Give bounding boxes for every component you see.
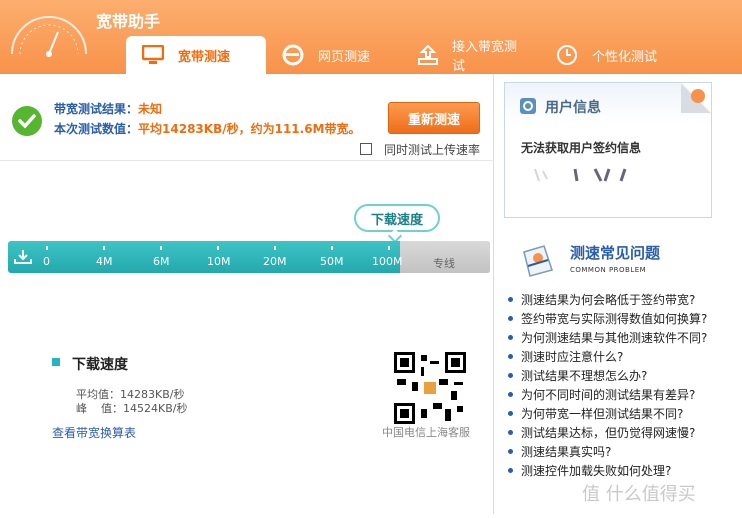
scale-dot [388, 246, 390, 250]
tab-web-speed[interactable]: 网页测速 [266, 36, 402, 74]
scale-dot [217, 246, 219, 250]
tab-bar: 宽带测速 网页测速 接入带宽测试 个性化测试 [126, 36, 686, 74]
result-label: 带宽测试结果： [54, 102, 139, 116]
bullet-icon [508, 411, 513, 416]
bullet-icon [508, 430, 513, 435]
tab-label: 网页测速 [318, 49, 371, 65]
bullet-icon [508, 316, 513, 321]
user-info-message: 无法获取用户签约信息 [521, 141, 642, 155]
bullet-icon [508, 449, 513, 454]
loading-decoration [534, 168, 627, 182]
bullet-icon [508, 392, 513, 397]
bandwidth-table-link[interactable]: 查看带宽换算表 [52, 424, 136, 441]
download-title: 下载速度 [72, 357, 128, 373]
app-header: 宽带助手 宽带测速 网页测速 接入带宽测试 个性化测试 [0, 0, 742, 74]
monitor-icon [140, 42, 166, 68]
speed-line: 本次测试数值：平均14283KB/秒，约为111.6M带宽。 [54, 120, 361, 137]
faq-item-label: 为何不同时间的测试结果有差异? [521, 388, 696, 402]
faq-list: 测速结果为何会略低于签约带宽? 签约带宽与实际测得数值如何换算? 为何测速结果与… [506, 290, 707, 480]
result-line: 带宽测试结果：未知 [54, 100, 162, 117]
speed-scale-bar: 0 4M 6M 10M 20M 50M 100M 专线 [8, 241, 490, 273]
faq-item[interactable]: 测速控件加载失败如何处理? [506, 461, 707, 480]
tab-broadband-speed[interactable]: 宽带测速 [126, 36, 266, 74]
tab-access-bandwidth[interactable]: 接入带宽测试 [402, 36, 540, 74]
test-status: 带宽测试结果：未知 本次测试数值：平均14283KB/秒，约为111.6M带宽。… [0, 82, 494, 138]
faq-paper-icon [523, 245, 553, 277]
peak-speed: 峰 值：14524KB/秒 [76, 400, 187, 416]
retest-button[interactable]: 重新测速 [388, 102, 480, 134]
speed-value: 平均14283KB/秒，约为111.6M带宽。 [138, 122, 361, 136]
scale-tick: 50M [320, 255, 344, 268]
faq-item[interactable]: 测速时应注意什么? [506, 347, 707, 366]
faq-item[interactable]: 测速结果为何会略低于签约带宽? [506, 290, 707, 309]
qr-code-icon [394, 352, 466, 424]
faq-item[interactable]: 为何带宽一样但测试结果不同? [506, 404, 707, 423]
side-panel: 用户信息 无法获取用户签约信息 测速常见问题 COMMON PROBLEM 测速… [500, 80, 742, 518]
speed-label: 本次测试数值： [54, 122, 139, 136]
user-info-icon [520, 98, 536, 114]
faq-item-label: 测速时应注意什么? [521, 350, 624, 364]
faq-item[interactable]: 签约带宽与实际测得数值如何换算? [506, 309, 707, 328]
faq-item-label: 为何测速结果与其他测速软件不同? [521, 331, 708, 345]
scale-dot [331, 246, 333, 250]
faq-item[interactable]: 测试结果不理想怎么办? [506, 366, 707, 385]
check-icon [12, 106, 42, 136]
scale-dot [160, 246, 162, 250]
tab-label: 宽带测速 [178, 49, 231, 65]
watermark: 值 什么值得买 [582, 484, 696, 505]
bullet-icon [508, 373, 513, 378]
upload-tray-icon [416, 42, 440, 68]
tab-label: 接入带宽测试 [452, 40, 518, 74]
faq-item[interactable]: 测试结果达标，但仍觉得网速慢? [506, 423, 707, 442]
peak-label: 峰 值： [76, 402, 123, 415]
faq-item[interactable]: 测速结果真实吗? [506, 442, 707, 461]
speed-gauge-logo-icon [11, 16, 87, 57]
speed-bubble: 下载速度 [354, 204, 440, 232]
scale-tick: 20M [263, 255, 287, 268]
faq-item[interactable]: 为何测速结果与其他测速软件不同? [506, 328, 707, 347]
faq-item-label: 测试结果不理想怎么办? [521, 369, 648, 383]
result-value: 未知 [138, 102, 163, 116]
download-badge-icon[interactable] [691, 89, 705, 103]
bullet-icon [508, 354, 513, 359]
tab-custom-test[interactable]: 个性化测试 [540, 36, 686, 74]
user-info-title: 用户信息 [545, 100, 601, 116]
scale-tick: 专线 [433, 257, 455, 270]
qr-caption: 中国电信上海客服 [382, 426, 470, 439]
scale-tick: 4M [96, 255, 113, 268]
app-title: 宽带助手 [96, 12, 161, 31]
bullet-icon [508, 335, 513, 340]
speed-test-panel: 带宽测试结果：未知 本次测试数值：平均14283KB/秒，约为111.6M带宽。… [0, 74, 494, 514]
scale-tick: 6M [153, 255, 170, 268]
scale-dot [46, 246, 48, 250]
faq-item[interactable]: 为何不同时间的测试结果有差异? [506, 385, 707, 404]
upload-rate-label: 同时测试上传速率 [384, 143, 481, 157]
scale-tick: 100M [372, 255, 403, 268]
scale-dot [274, 246, 276, 250]
section-marker [52, 358, 60, 366]
upload-rate-checkbox[interactable] [360, 143, 372, 155]
faq-item-label: 测速结果真实吗? [521, 445, 612, 459]
user-info-card: 用户信息 无法获取用户签约信息 [504, 82, 712, 218]
download-icon [14, 250, 32, 264]
peak-value: 14524KB/秒 [123, 402, 188, 415]
clock-icon [554, 42, 580, 68]
divider [0, 160, 494, 161]
faq-title: 测速常见问题 [570, 244, 661, 262]
faq-item-label: 测试结果达标，但仍觉得网速慢? [521, 426, 696, 440]
bullet-icon [508, 297, 513, 302]
bullet-icon [508, 468, 513, 473]
scale-dot [103, 246, 105, 250]
faq-subtitle: COMMON PROBLEM [570, 266, 647, 274]
scale-tick: 10M [207, 255, 231, 268]
ie-browser-icon [280, 42, 306, 68]
faq-item-label: 测速结果为何会略低于签约带宽? [521, 293, 696, 307]
faq-item-label: 签约带宽与实际测得数值如何换算? [521, 312, 708, 326]
tab-label: 个性化测试 [592, 49, 658, 65]
faq-item-label: 测速控件加载失败如何处理? [521, 464, 672, 478]
faq-item-label: 为何带宽一样但测试结果不同? [521, 407, 684, 421]
scale-tick: 0 [43, 255, 50, 268]
